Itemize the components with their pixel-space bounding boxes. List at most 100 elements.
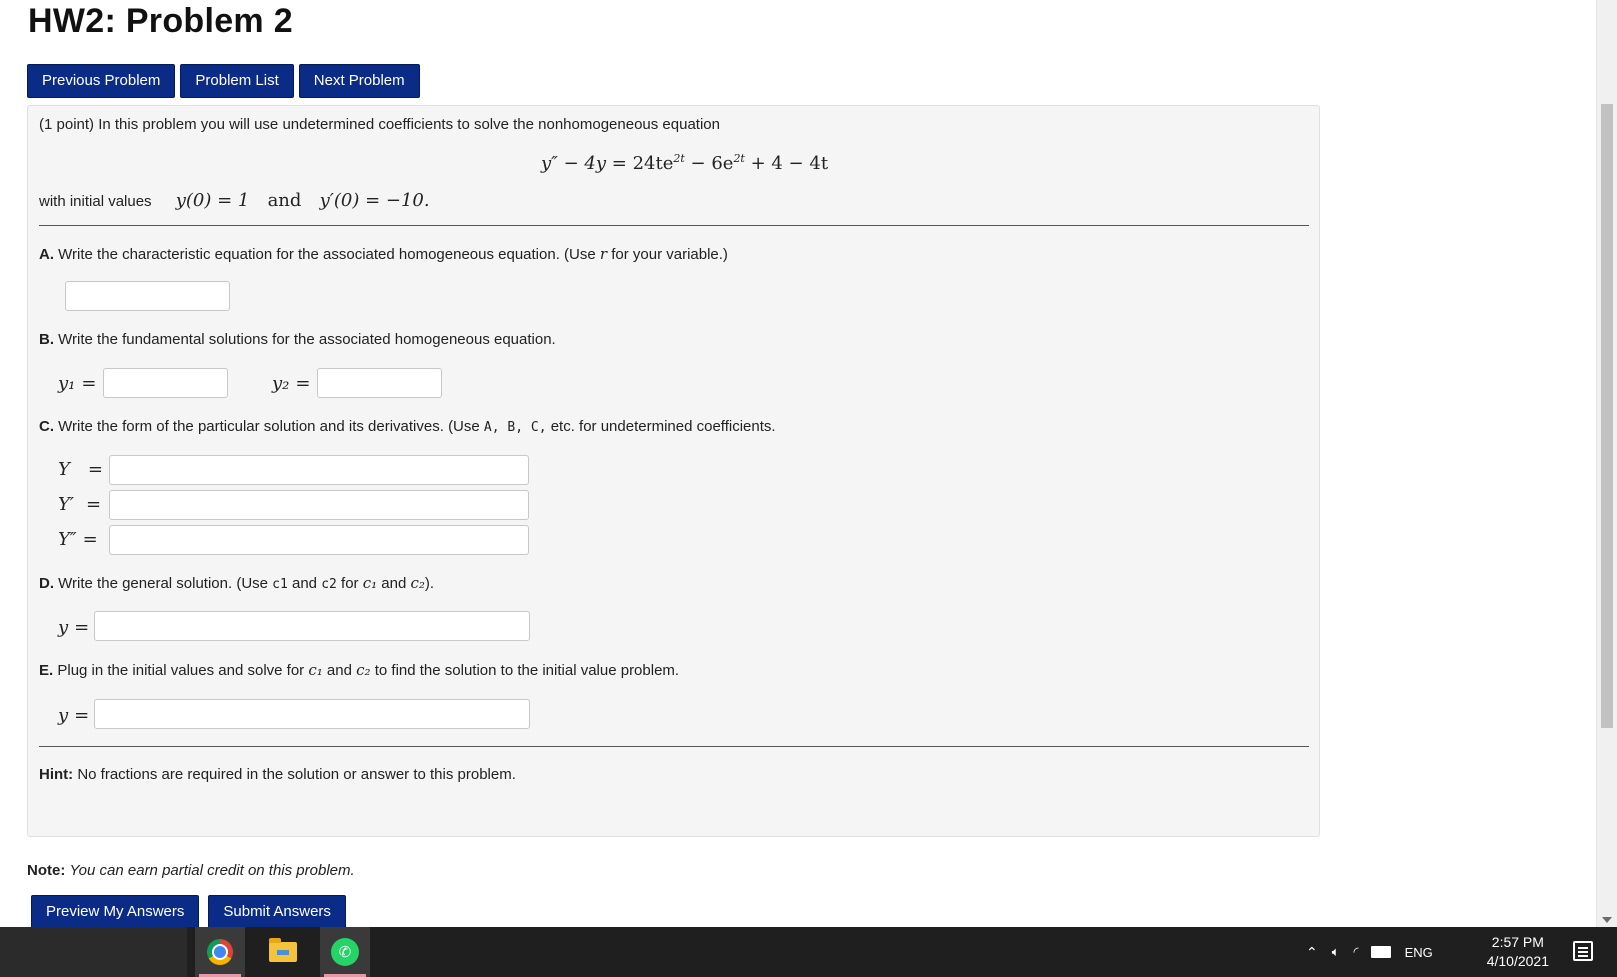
general-solution-equals: = [74, 617, 90, 638]
first-derivative-input[interactable] [109, 490, 529, 520]
part-c-label: C. [39, 418, 54, 435]
y1-input[interactable] [103, 368, 228, 398]
chevron-up-icon[interactable]: ⌃ [1306, 944, 1318, 961]
equation-exponent-2: 2t [733, 152, 745, 165]
general-solution-label: y = [58, 617, 89, 638]
y2-equals: = [295, 373, 311, 394]
equation-rhs-part2: − 6e [684, 153, 734, 174]
part-e-text: Plug in the initial values and solve for [53, 662, 309, 679]
whatsapp-icon: ✆ [331, 938, 359, 966]
particular-solution-input[interactable] [109, 455, 529, 485]
windows-taskbar: ✆ ⌃ 🔈︎ ◜ ENG 2:57 PM 4/10/2021 [0, 927, 1617, 977]
y2-label: y₂ = [272, 373, 310, 394]
part-d-c1-math: c₁ [362, 574, 378, 592]
general-solution-input[interactable] [94, 611, 530, 641]
divider-bottom [39, 746, 1309, 747]
equation-lhs: y″ − 4y [541, 153, 607, 174]
part-c-vars: A, B, C, [483, 420, 547, 435]
part-d-and-1: and [287, 575, 322, 592]
part-d-text-end: ). [424, 575, 435, 592]
submit-answers-button[interactable]: Submit Answers [208, 895, 346, 927]
Ypp-label: Y″ = [58, 529, 98, 550]
part-b-label: B. [39, 331, 54, 348]
part-a-text-end: for your variable.) [607, 246, 728, 263]
partial-credit-note: Note: You can earn partial credit on thi… [27, 862, 355, 879]
part-e-label: E. [39, 662, 54, 679]
part-e-and: and [322, 662, 357, 679]
y1-equals: = [81, 373, 97, 394]
battery-icon[interactable] [1370, 946, 1391, 958]
volume-icon[interactable]: 🔈︎ [1332, 944, 1340, 960]
part-e-c2-math: c₂ [356, 661, 371, 679]
taskbar-search-area[interactable] [0, 927, 187, 977]
problem-intro: (1 point) In this problem you will use u… [39, 116, 720, 133]
scrollbar-thumb[interactable] [1601, 104, 1613, 728]
characteristic-equation-input[interactable] [65, 281, 230, 311]
initial-values-and: and [267, 190, 302, 211]
taskbar-clock[interactable]: 2:57 PM 4/10/2021 [1487, 933, 1549, 971]
vertical-scrollbar[interactable] [1596, 0, 1617, 927]
Yp-label-text: Y′ [58, 494, 74, 515]
general-solution-y: y [58, 617, 69, 638]
next-problem-button[interactable]: Next Problem [298, 64, 420, 98]
Y-equals: = [87, 459, 103, 480]
part-d-c2-math: c₂ [410, 574, 425, 592]
initial-values-line: with initial values y(0) = 1 and y′(0) =… [39, 190, 430, 211]
taskbar-whatsapp[interactable]: ✆ [320, 927, 370, 977]
Yp-equals: = [85, 494, 102, 515]
part-a-label: A. [39, 246, 54, 263]
ivp-solution-y: y [58, 705, 69, 726]
Ypp-label-text: Y″ [58, 529, 77, 550]
clock-date: 4/10/2021 [1486, 953, 1549, 969]
part-d-c2-code: c2 [321, 577, 337, 592]
part-e-c1-math: c₁ [308, 661, 323, 679]
taskbar-file-explorer[interactable] [258, 927, 308, 977]
Ypp-equals: = [82, 529, 98, 550]
part-b-text: Write the fundamental solutions for the … [54, 331, 556, 348]
previous-problem-button[interactable]: Previous Problem [27, 64, 176, 98]
problem-panel: (1 point) In this problem you will use u… [27, 105, 1320, 837]
problem-list-button[interactable]: Problem List [180, 64, 294, 98]
preview-answers-button[interactable]: Preview My Answers [31, 895, 200, 927]
differential-equation: y″ − 4y = 24te2t − 6e2t + 4 − 4t [541, 152, 828, 174]
note-label: Note: [27, 862, 66, 879]
hint: Hint: No fractions are required in the s… [39, 766, 516, 783]
part-d-c1-code: c1 [272, 577, 288, 592]
part-e-question: E. Plug in the initial values and solve … [39, 661, 679, 679]
y2-input[interactable] [317, 368, 442, 398]
second-derivative-input[interactable] [109, 525, 529, 555]
note-text: You can earn partial credit on this prob… [69, 862, 355, 879]
ivp-solution-input[interactable] [94, 699, 530, 729]
answer-actions: Preview My Answers Submit Answers [31, 895, 346, 927]
Yp-label: Y′ = [58, 494, 101, 515]
wifi-icon[interactable]: ◜ [1354, 944, 1359, 960]
system-tray: ⌃ 🔈︎ ◜ ENG [1306, 927, 1433, 977]
taskbar-chrome[interactable] [195, 927, 245, 977]
part-a-text: Write the characteristic equation for th… [54, 246, 600, 263]
part-b-question: B. Write the fundamental solutions for t… [39, 331, 556, 348]
file-explorer-icon [269, 938, 297, 962]
part-d-question: D. Write the general solution. (Use c1 a… [39, 574, 434, 592]
equation-exponent-1: 2t [673, 152, 685, 165]
ivp-solution-equals: = [74, 705, 90, 726]
scroll-down-arrow-icon[interactable] [1602, 917, 1612, 923]
part-d-text: Write the general solution. (Use [54, 575, 273, 592]
part-c-text: Write the form of the particular solutio… [54, 418, 484, 435]
Y-label: Y = [58, 459, 103, 480]
Y-label-text: Y [58, 459, 70, 480]
initial-condition-1: y(0) = 1 [175, 190, 250, 211]
ivp-solution-label: y = [58, 705, 89, 726]
equation-rhs-part3: + 4 − 4t [744, 153, 829, 174]
chrome-icon [207, 939, 233, 965]
part-a-question: A. Write the characteristic equation for… [39, 245, 728, 263]
y1-label-text: y₁ [58, 373, 76, 394]
hint-text: No fractions are required in the solutio… [73, 766, 516, 783]
equation-rhs-part1: = 24te [611, 153, 674, 174]
problem-navigation: Previous Problem Problem List Next Probl… [27, 64, 420, 98]
page-title: HW2: Problem 2 [28, 2, 293, 40]
clock-time: 2:57 PM [1491, 934, 1544, 950]
divider-top [39, 225, 1309, 226]
notification-center-icon[interactable] [1573, 941, 1593, 961]
hint-label: Hint: [39, 766, 74, 783]
language-indicator[interactable]: ENG [1405, 945, 1433, 960]
